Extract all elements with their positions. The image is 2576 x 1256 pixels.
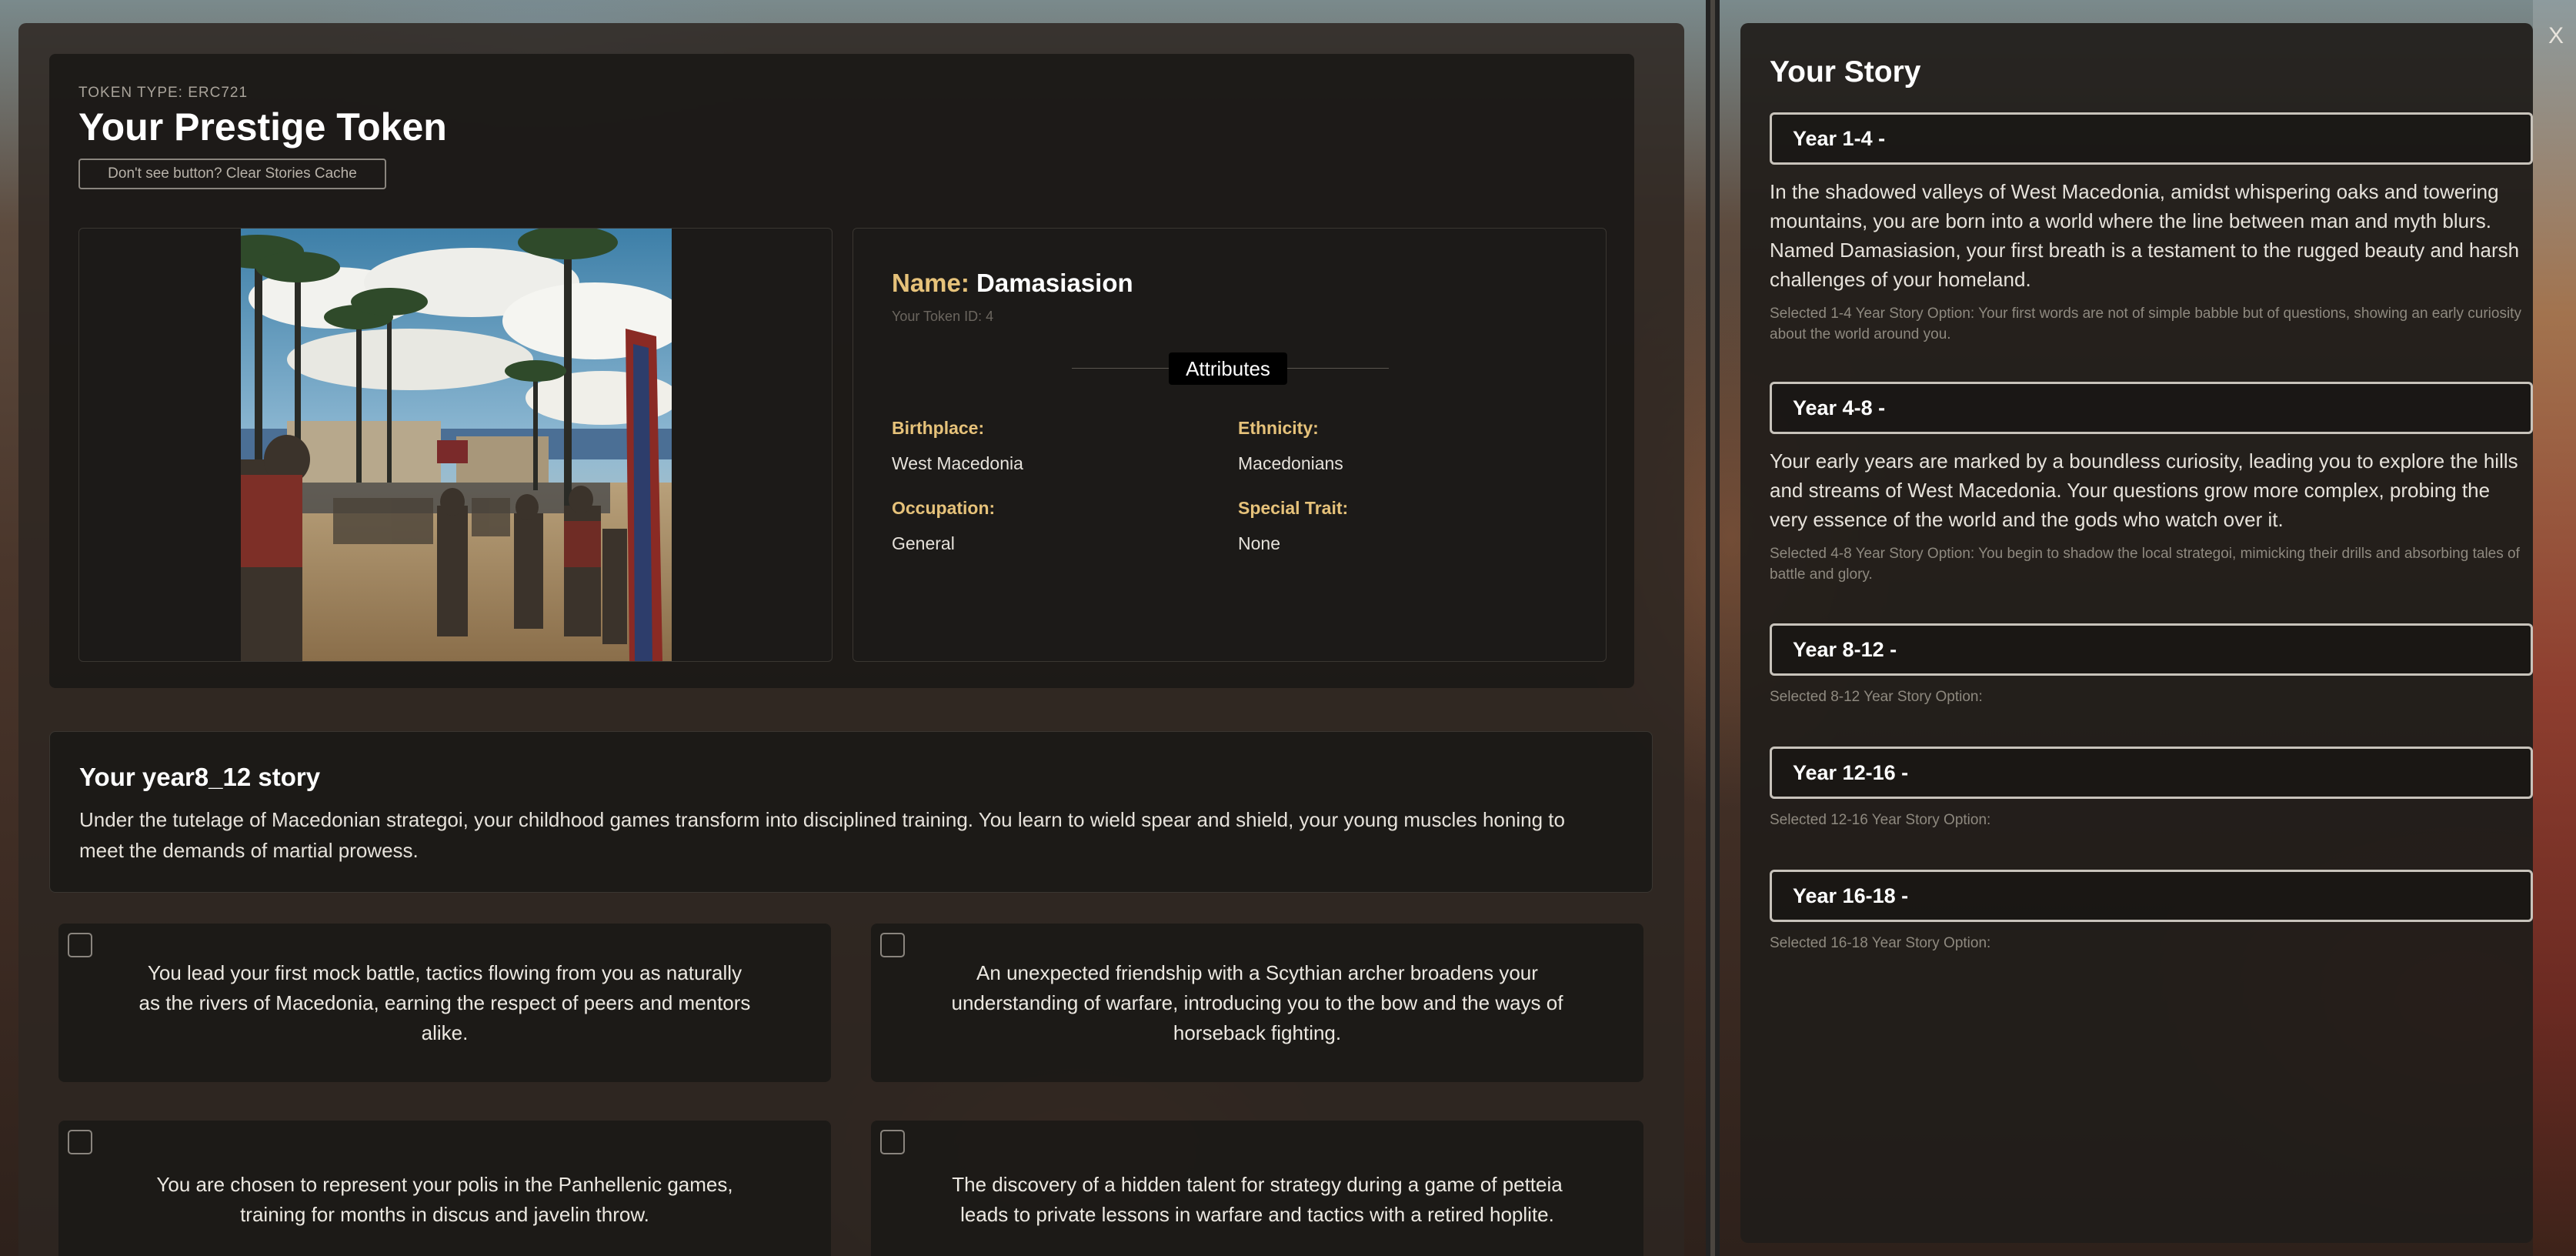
option-text: An unexpected friendship with a Scythian…	[951, 960, 1563, 1044]
option-text: The discovery of a hidden talent for str…	[952, 1173, 1563, 1226]
name-value: Damasiasion	[976, 269, 1133, 297]
year-12-16-selected: Selected 12-16 Year Story Option:	[1770, 812, 1991, 828]
ethnicity-label: Ethnicity:	[1238, 418, 1319, 438]
year-4-8-story: Your early years are marked by a boundle…	[1770, 449, 2518, 531]
year-1-4-story: In the shadowed valleys of West Macedoni…	[1770, 180, 2520, 291]
your-story-title: Your Story	[1770, 55, 1921, 89]
close-icon[interactable]: X	[2548, 23, 2564, 49]
year-1-4-header[interactable]: Year 1-4 -	[1770, 112, 2533, 165]
year-4-8-selected: Selected 4-8 Year Story Option: You begi…	[1770, 546, 2520, 583]
background-artwork	[2533, 0, 2576, 1256]
year-16-18-selected: Selected 16-18 Year Story Option:	[1770, 935, 1991, 951]
birthplace-label: Birthplace:	[892, 418, 985, 438]
option-checkbox[interactable]	[68, 1130, 92, 1154]
page-title: Your Prestige Token	[78, 105, 447, 149]
token-id: Your Token ID: 4	[892, 309, 994, 324]
ethnicity-value: Macedonians	[1238, 453, 1343, 473]
option-checkbox[interactable]	[68, 933, 92, 957]
your-story-panel: Your Story Year 1-4 - In the shadowed va…	[1740, 23, 2533, 1243]
token-info-box: Name: Damasiasion Your Token ID: 4 Attri…	[853, 228, 1607, 662]
option-text: You lead your first mock battle, tactics…	[138, 960, 751, 1044]
option-checkbox[interactable]	[880, 1130, 905, 1154]
special-trait-label: Special Trait:	[1238, 498, 1349, 518]
year-12-16-header[interactable]: Year 12-16 -	[1770, 747, 2533, 799]
token-name: Name: Damasiasion	[892, 269, 1133, 298]
year-8-12-header[interactable]: Year 8-12 -	[1770, 623, 2533, 676]
special-trait-value: None	[1238, 533, 1280, 553]
current-story-card: Your year8_12 story Under the tutelage o…	[49, 731, 1653, 893]
story-option[interactable]: You are chosen to represent your polis i…	[58, 1121, 831, 1256]
name-label: Name:	[892, 269, 969, 297]
token-image-frame	[78, 228, 833, 662]
year-4-8-header[interactable]: Year 4-8 -	[1770, 382, 2533, 434]
current-story-title: Your year8_12 story	[79, 763, 321, 791]
birthplace-value: West Macedonia	[892, 453, 1023, 473]
token-image	[241, 229, 672, 661]
attributes-heading: Attributes	[1169, 352, 1287, 385]
token-panel: TOKEN TYPE: ERC721 Your Prestige Token D…	[18, 23, 1684, 1256]
token-card: TOKEN TYPE: ERC721 Your Prestige Token D…	[49, 54, 1634, 688]
token-type-label: TOKEN TYPE: ERC721	[78, 85, 249, 101]
year-16-18-header[interactable]: Year 16-18 -	[1770, 870, 2533, 922]
panel-divider	[1706, 0, 1720, 1256]
option-text: You are chosen to represent your polis i…	[156, 1173, 733, 1226]
year-8-12-selected: Selected 8-12 Year Story Option:	[1770, 689, 1983, 705]
current-story-text: Under the tutelage of Macedonian strateg…	[79, 808, 1565, 862]
story-option[interactable]: The discovery of a hidden talent for str…	[871, 1121, 1643, 1256]
occupation-label: Occupation:	[892, 498, 996, 518]
story-option[interactable]: An unexpected friendship with a Scythian…	[871, 924, 1643, 1082]
occupation-value: General	[892, 533, 955, 553]
story-option[interactable]: You lead your first mock battle, tactics…	[58, 924, 831, 1082]
option-checkbox[interactable]	[880, 933, 905, 957]
clear-stories-cache-button[interactable]: Don't see button? Clear Stories Cache	[78, 159, 386, 189]
year-1-4-selected: Selected 1-4 Year Story Option: Your fir…	[1770, 306, 2521, 342]
